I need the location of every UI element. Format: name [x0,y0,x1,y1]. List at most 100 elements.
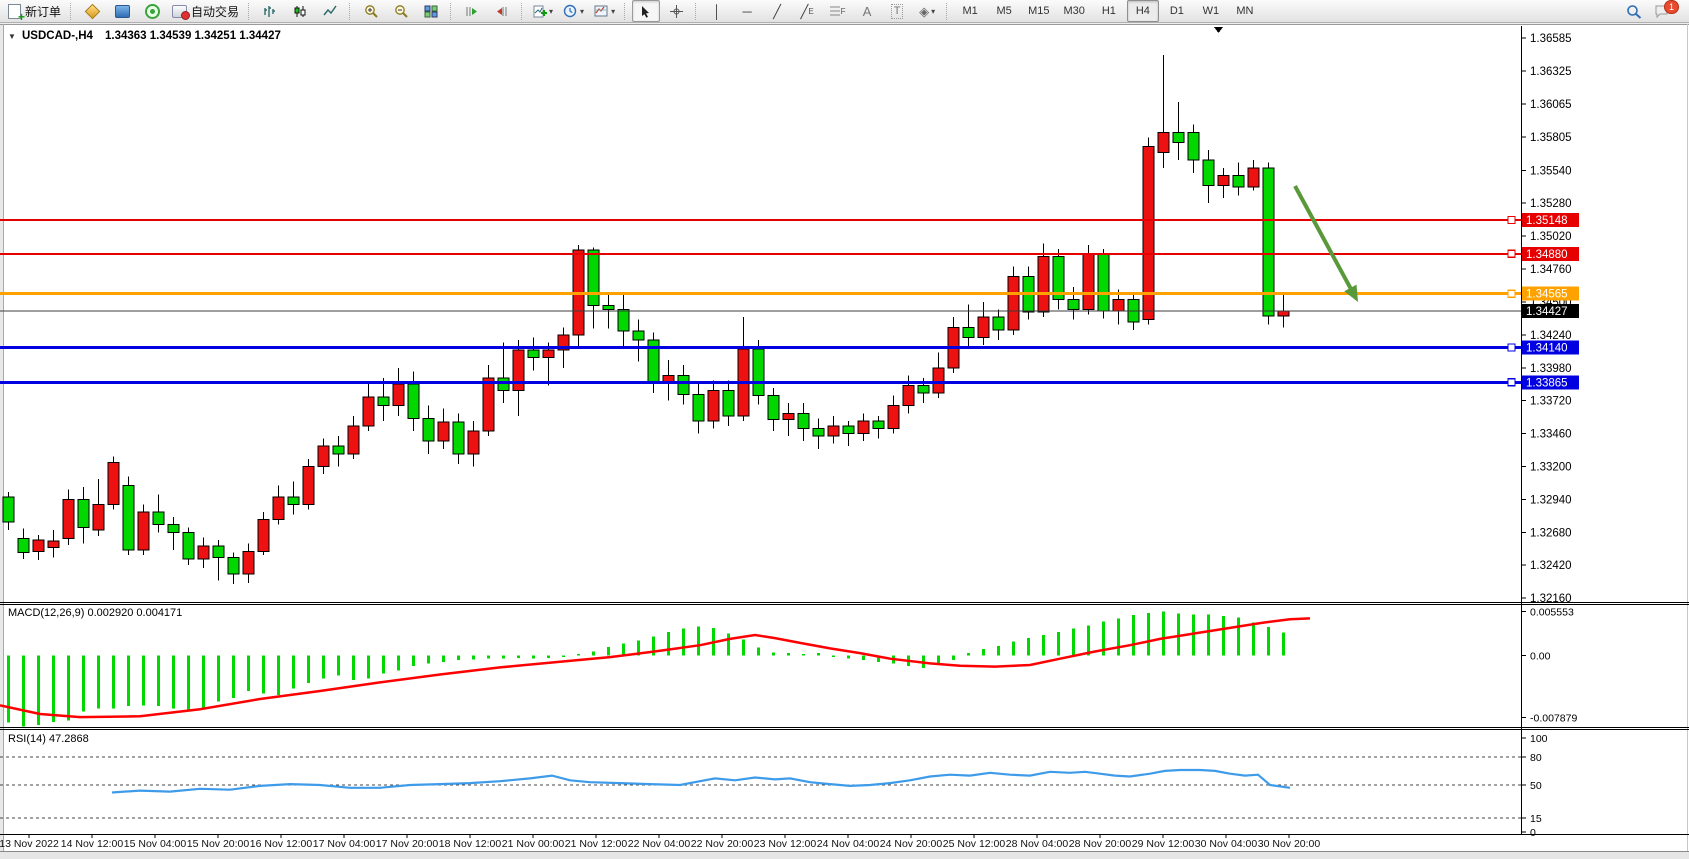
toolbar-separator [450,3,453,20]
vertical-line-icon: │ [713,5,721,18]
price-badge: 1.34880 [1522,247,1579,261]
gold-button[interactable] [78,0,106,22]
tab-timeframe-h1[interactable]: H1 [1093,0,1125,22]
chat-button[interactable]: 1 [1650,0,1688,22]
svg-text:1.34427: 1.34427 [1526,306,1568,318]
line-chart-button[interactable] [316,0,344,22]
price-badge: 1.34565 [1522,287,1579,301]
channel-letter: E [808,7,813,16]
svg-text:16 Nov 12:00: 16 Nov 12:00 [250,838,313,850]
autotrade-button[interactable]: 自动交易 [168,0,243,22]
arrows-button[interactable]: ◈ ▾ [913,0,941,22]
svg-text:1.35805: 1.35805 [1530,132,1572,144]
svg-text:▼: ▼ [8,32,16,41]
text-label-icon: T [891,4,904,19]
tile-windows-button[interactable] [417,0,445,22]
trendline-button[interactable]: ╱ [763,0,791,22]
fibonacci-button[interactable]: F [823,0,851,22]
svg-text:21 Nov 12:00: 21 Nov 12:00 [565,838,628,850]
bar-chart-button[interactable] [256,0,284,22]
tab-timeframe-d1[interactable]: D1 [1161,0,1193,22]
signals-button[interactable] [138,0,166,22]
svg-text:22 Nov 04:00: 22 Nov 04:00 [628,838,691,850]
svg-text:24 Nov 20:00: 24 Nov 20:00 [880,838,943,850]
templates-icon [594,4,609,18]
horizontal-line-icon: ─ [742,5,751,18]
autotrade-icon [172,5,187,18]
tab-timeframe-m5[interactable]: M5 [988,0,1020,22]
svg-text:15 Nov 04:00: 15 Nov 04:00 [124,838,187,850]
chart-shift-button[interactable] [488,0,516,22]
svg-text:1.34363 1.34539 1.34251 1.3442: 1.34363 1.34539 1.34251 1.34427 [105,30,281,42]
text-button[interactable]: A [853,0,881,22]
tab-timeframe-m1[interactable]: M1 [954,0,986,22]
auto-scroll-button[interactable] [458,0,486,22]
search-icon [1626,4,1642,19]
bar-chart-icon [263,5,277,18]
toolbar-separator [946,3,949,20]
candlestick-chart-button[interactable] [286,0,314,22]
svg-text:29 Nov 12:00: 29 Nov 12:00 [1132,838,1195,850]
line-chart-icon [323,5,337,18]
tab-timeframe-mn[interactable]: MN [1229,0,1261,22]
chart-canvas[interactable]: 1.365851.363251.360651.358051.355401.352… [0,0,1689,859]
svg-text:22 Nov 20:00: 22 Nov 20:00 [691,838,754,850]
toolbar-separator [521,3,524,20]
svg-text:30 Nov 20:00: 30 Nov 20:00 [1258,838,1321,850]
svg-text:RSI(14) 47.2868: RSI(14) 47.2868 [8,733,89,745]
zoom-out-icon [394,4,409,18]
crosshair-button[interactable] [662,0,690,22]
svg-text:1.36585: 1.36585 [1530,33,1572,45]
svg-text:17 Nov 20:00: 17 Nov 20:00 [376,838,439,850]
svg-text:1.36325: 1.36325 [1530,66,1572,78]
tile-windows-icon [424,5,438,18]
periods-button[interactable]: ▾ [559,0,588,22]
signal-icon [145,4,160,19]
new-order-icon [8,4,21,19]
svg-text:0.005553: 0.005553 [1530,607,1574,619]
channel-icon: ╱ [800,5,808,18]
svg-text:1.32940: 1.32940 [1530,494,1572,506]
svg-text:24 Nov 04:00: 24 Nov 04:00 [817,838,880,850]
trendline-icon: ╱ [773,5,781,18]
svg-text:MACD(12,26,9) 0.002920 0.00417: MACD(12,26,9) 0.002920 0.004171 [8,607,182,619]
svg-text:1.33460: 1.33460 [1530,429,1572,441]
svg-text:1.32160: 1.32160 [1530,593,1572,605]
svg-text:13 Nov 2022: 13 Nov 2022 [0,838,59,850]
svg-text:80: 80 [1530,752,1542,764]
main-toolbar: 新订单 自动交易 ▾ ▾ ▾ [0,0,1689,23]
zoom-out-button[interactable] [387,0,415,22]
svg-text:1.36065: 1.36065 [1530,99,1572,111]
svg-text:1.34140: 1.34140 [1526,343,1568,355]
tab-timeframe-m15[interactable]: M15 [1022,0,1055,22]
svg-text:100: 100 [1530,733,1548,745]
svg-text:1.34565: 1.34565 [1526,289,1568,301]
chevron-down-icon: ▾ [549,7,553,16]
new-order-label: 新订单 [25,3,61,20]
templates-button[interactable]: ▾ [590,0,619,22]
search-button[interactable] [1620,0,1648,22]
chart-shift-icon [495,5,509,18]
market-watch-button[interactable] [108,0,136,22]
svg-text:28 Nov 04:00: 28 Nov 04:00 [1006,838,1069,850]
svg-text:1.34240: 1.34240 [1530,330,1572,342]
shapes-icon: ◈ [919,5,929,18]
toolbar-separator [70,3,73,20]
svg-text:17 Nov 04:00: 17 Nov 04:00 [313,838,376,850]
indicators-button[interactable]: ▾ [529,0,557,22]
vertical-line-button[interactable]: │ [703,0,731,22]
tab-timeframe-m30[interactable]: M30 [1057,0,1090,22]
channel-button[interactable]: ╱ E [793,0,821,22]
svg-text:1.35020: 1.35020 [1530,231,1572,243]
market-window-icon [115,5,130,18]
horizontal-line-button[interactable]: ─ [733,0,761,22]
tab-timeframe-w1[interactable]: W1 [1195,0,1227,22]
text-label-button[interactable]: T [883,0,911,22]
zoom-in-button[interactable] [357,0,385,22]
chevron-down-icon: ▾ [611,7,615,16]
svg-text:1.34880: 1.34880 [1526,249,1568,261]
cursor-button[interactable] [632,0,660,22]
svg-text:-0.007879: -0.007879 [1530,713,1577,725]
tab-timeframe-h4[interactable]: H4 [1127,0,1159,22]
new-order-button[interactable]: 新订单 [4,0,65,22]
